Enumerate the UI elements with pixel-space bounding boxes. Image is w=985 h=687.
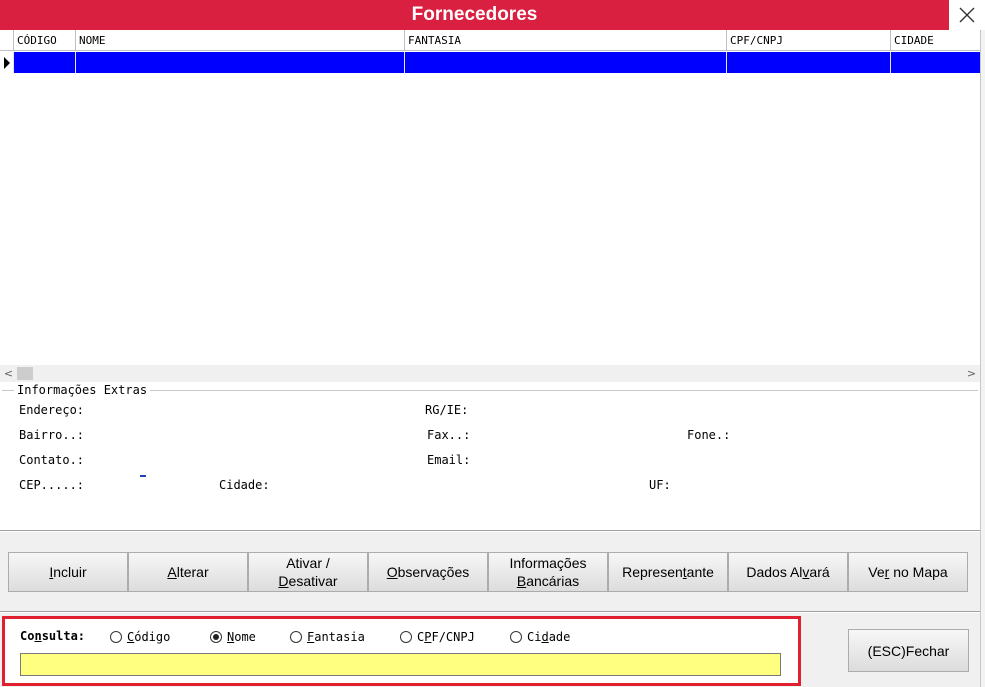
- alterar-button[interactable]: Alterar: [128, 552, 248, 592]
- radio-circle-icon: [510, 631, 522, 643]
- ativar-desativar-button[interactable]: Ativar / Desativar: [248, 552, 368, 592]
- incluir-button[interactable]: Incluir: [8, 552, 128, 592]
- informacoes-bancarias-button[interactable]: Informações Bancárias: [488, 552, 608, 592]
- radio-label: Nome: [227, 630, 256, 644]
- radio-cpf-cnpj[interactable]: CPF/CNPJ: [400, 630, 475, 644]
- window-title: Fornecedores: [411, 4, 538, 25]
- radio-circle-icon: [400, 631, 412, 643]
- suppliers-grid[interactable]: CÓDIGO NOME FANTASIA CPF/CNPJ CIDADE: [0, 30, 980, 365]
- window-title-bar: Fornecedores: [0, 0, 949, 30]
- radio-fantasia[interactable]: Fantasia: [290, 630, 365, 644]
- search-input[interactable]: [20, 653, 781, 676]
- col-header-codigo[interactable]: CÓDIGO: [13, 30, 75, 51]
- email-label: Email:: [427, 453, 471, 467]
- cep-separator: [140, 475, 146, 477]
- cep-label: CEP.....:: [19, 478, 85, 492]
- extra-info-title: Informações Extras: [14, 383, 151, 397]
- cidade-label: Cidade:: [219, 478, 270, 492]
- radio-label: CPF/CNPJ: [417, 630, 475, 644]
- grid-header: CÓDIGO NOME FANTASIA CPF/CNPJ CIDADE: [0, 30, 980, 51]
- button-label: Ver no Mapa: [868, 564, 948, 580]
- radio-label: Código: [127, 630, 171, 644]
- endereco-label: Endereço:: [19, 403, 85, 417]
- fone-label: Fone.:: [687, 428, 731, 442]
- contato-label: Contato.:: [19, 453, 85, 467]
- button-label: Informações Bancárias: [509, 555, 587, 589]
- row-pointer-icon: [3, 56, 10, 69]
- representante-button[interactable]: Representante: [608, 552, 728, 592]
- uf-label: UF:: [649, 478, 671, 492]
- scrollbar-thumb[interactable]: [17, 367, 33, 380]
- row-indicator: [0, 52, 13, 73]
- horizontal-scrollbar[interactable]: < >: [0, 365, 980, 382]
- fechar-button[interactable]: (ESC)Fechar: [848, 629, 969, 672]
- extra-info-group: Informações Extras: [2, 383, 978, 528]
- table-cell[interactable]: [404, 52, 726, 73]
- consulta-label: Consulta:: [20, 629, 86, 643]
- button-label: Dados Alvará: [746, 564, 830, 580]
- rg-ie-label: RG/IE:: [425, 403, 469, 417]
- table-cell[interactable]: [13, 52, 75, 73]
- dados-alvara-button[interactable]: Dados Alvará: [728, 552, 848, 592]
- table-cell[interactable]: [726, 52, 890, 73]
- table-cell[interactable]: [75, 52, 404, 73]
- col-header-cidade[interactable]: CIDADE: [890, 30, 980, 51]
- button-label: Incluir: [49, 564, 87, 580]
- radio-circle-icon: [290, 631, 302, 643]
- bairro-label: Bairro..:: [19, 428, 85, 442]
- close-icon: [959, 7, 975, 23]
- table-cell[interactable]: [890, 52, 980, 73]
- radio-cidade[interactable]: Cidade: [510, 630, 570, 644]
- observacoes-button[interactable]: Observações: [368, 552, 488, 592]
- action-button-bar: Incluir Alterar Ativar / Desativar Observ…: [0, 532, 980, 612]
- radio-label: Fantasia: [307, 630, 365, 644]
- button-label: Observações: [386, 564, 470, 580]
- scroll-left-icon[interactable]: <: [0, 365, 17, 382]
- col-header-nome[interactable]: NOME: [75, 30, 404, 51]
- radio-codigo[interactable]: Código: [110, 630, 170, 644]
- button-label: Alterar: [167, 564, 209, 580]
- col-header-fantasia[interactable]: FANTASIA: [404, 30, 726, 51]
- fax-label: Fax..:: [427, 428, 471, 442]
- button-label: Representante: [622, 564, 714, 580]
- col-header-cpf-cnpj[interactable]: CPF/CNPJ: [726, 30, 890, 51]
- button-label: (ESC)Fechar: [867, 642, 950, 659]
- radio-label: Cidade: [527, 630, 571, 644]
- close-button[interactable]: [949, 0, 985, 30]
- table-row[interactable]: [0, 52, 980, 73]
- radio-nome[interactable]: Nome: [210, 630, 256, 644]
- radio-circle-icon: [110, 631, 122, 643]
- button-label: Ativar / Desativar: [278, 555, 338, 589]
- radio-selected-icon: [210, 631, 222, 643]
- scroll-right-icon[interactable]: >: [963, 365, 980, 382]
- ver-no-mapa-button[interactable]: Ver no Mapa: [848, 552, 968, 592]
- window-right-border: [980, 30, 985, 687]
